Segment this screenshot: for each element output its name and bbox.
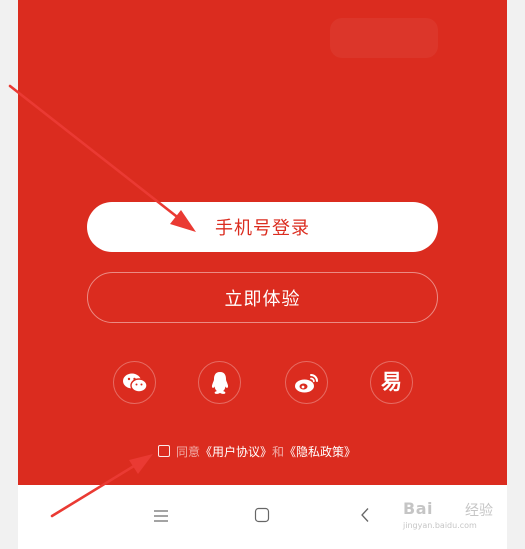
user-agreement-link[interactable]: 《用户协议》 bbox=[200, 443, 272, 460]
privacy-policy-link[interactable]: 《隐私政策》 bbox=[284, 443, 356, 460]
weibo-icon bbox=[294, 372, 320, 394]
agree-text: 同意 bbox=[176, 444, 201, 459]
app-screen: 手机号登录 立即体验 易 同意 《用户协议》 和 《隐私政策》 Bai 经验 j… bbox=[18, 0, 507, 549]
qq-icon bbox=[210, 371, 230, 395]
agreement-row: 同意 《用户协议》 和 《隐私政策》 bbox=[158, 441, 356, 461]
watermark-brand: Bai bbox=[403, 499, 433, 518]
qq-login-button[interactable] bbox=[198, 361, 241, 404]
and-text: 和 bbox=[272, 444, 285, 459]
phone-login-button[interactable]: 手机号登录 bbox=[87, 202, 438, 252]
netease-yi-icon: 易 bbox=[381, 370, 402, 394]
nav-back-button[interactable] bbox=[351, 503, 379, 531]
try-now-button[interactable]: 立即体验 bbox=[87, 272, 438, 323]
home-square-icon bbox=[254, 507, 270, 527]
logo-placeholder bbox=[330, 18, 438, 58]
menu-icon bbox=[153, 508, 169, 527]
back-chevron-icon bbox=[359, 507, 371, 527]
login-background: 手机号登录 立即体验 易 同意 《用户协议》 和 《隐私政策》 bbox=[18, 0, 507, 485]
baidu-jingyan-watermark: Bai 经验 jingyan.baidu.com bbox=[403, 499, 507, 537]
watermark-brand-suffix: 经验 bbox=[465, 503, 493, 519]
wechat-login-button[interactable] bbox=[113, 361, 156, 404]
nav-home-button[interactable] bbox=[248, 503, 276, 531]
watermark-url: jingyan.baidu.com bbox=[403, 521, 477, 530]
netease-login-button[interactable]: 易 bbox=[370, 361, 413, 404]
nav-menu-button[interactable] bbox=[147, 503, 175, 531]
weibo-login-button[interactable] bbox=[285, 361, 328, 404]
wechat-icon bbox=[122, 372, 148, 394]
agree-checkbox[interactable] bbox=[158, 445, 170, 457]
